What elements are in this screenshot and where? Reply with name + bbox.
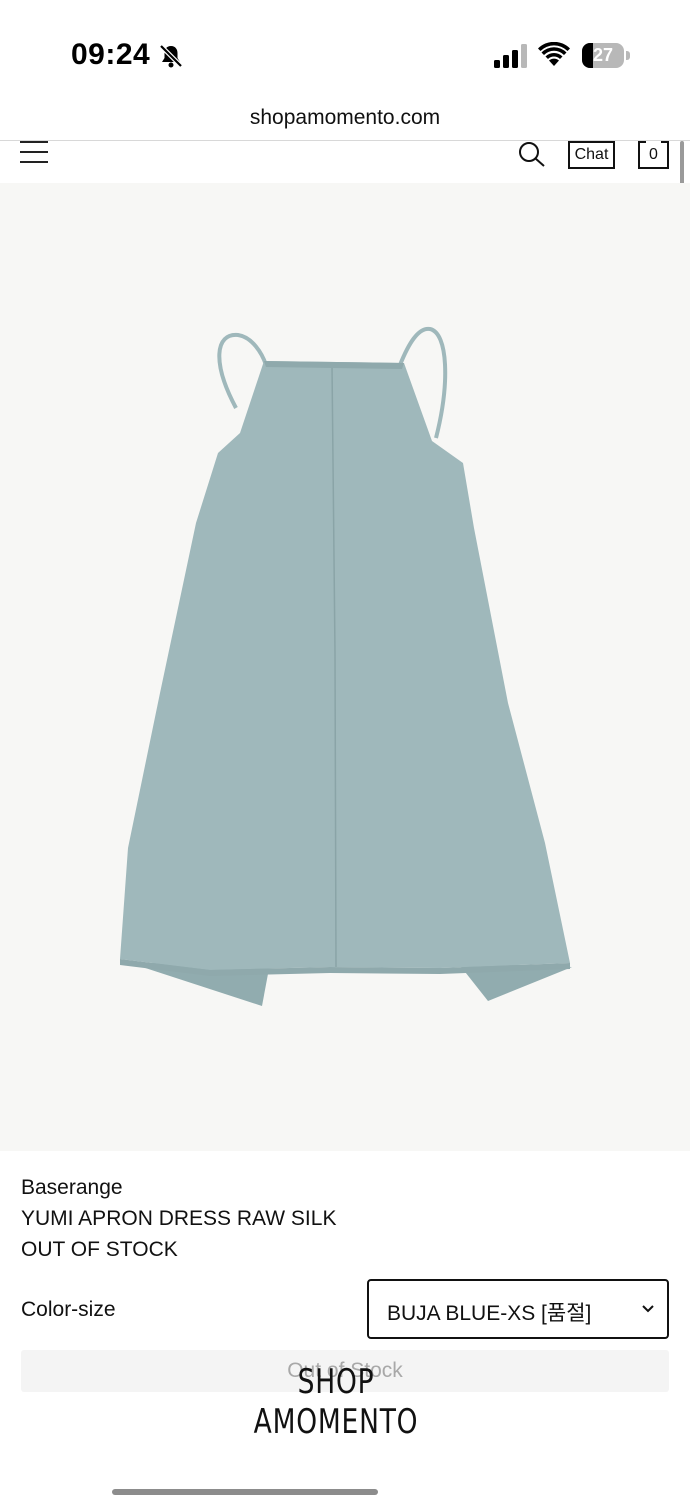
shop-logo[interactable]: SHOP AMOMENTO [230,1362,442,1442]
browser-url-bar[interactable]: shopamomento.com [0,100,690,141]
menu-icon[interactable] [20,141,48,165]
dress-illustration [120,326,572,1006]
logo-line-1: SHOP [297,1362,375,1402]
battery-percentage: 27 [592,45,614,65]
search-icon[interactable] [518,141,546,167]
logo-line-2: AMOMENTO [253,1402,419,1442]
product-brand[interactable]: Baserange [21,1172,336,1203]
color-size-select[interactable]: BUJA BLUE-XS [품절] [367,1279,669,1339]
product-name: YUMI APRON DRESS RAW SILK [21,1207,337,1230]
wifi-icon [538,42,570,66]
cellular-signal-icon [494,44,527,68]
product-info: Baserange YUMI APRON DRESS RAW SILK OUT … [21,1172,336,1265]
bell-slash-icon [159,44,183,68]
option-selected-value: BUJA BLUE-XS [품절] [387,1302,592,1325]
option-label: Color-size [21,1298,116,1321]
product-availability: OUT OF STOCK [21,1238,178,1261]
product-image[interactable] [0,183,690,1151]
status-time: 09:24 [71,38,151,71]
battery-icon: 27 [582,43,630,68]
cart-button[interactable]: 0 [638,141,669,169]
url-text[interactable]: shopamomento.com [0,106,690,130]
chevron-down-icon [642,1305,654,1313]
chat-button[interactable]: Chat [568,141,615,169]
status-bar: 09:24 27 [0,0,690,100]
site-header: Chat 0 [0,141,690,183]
home-indicator[interactable] [112,1489,378,1495]
